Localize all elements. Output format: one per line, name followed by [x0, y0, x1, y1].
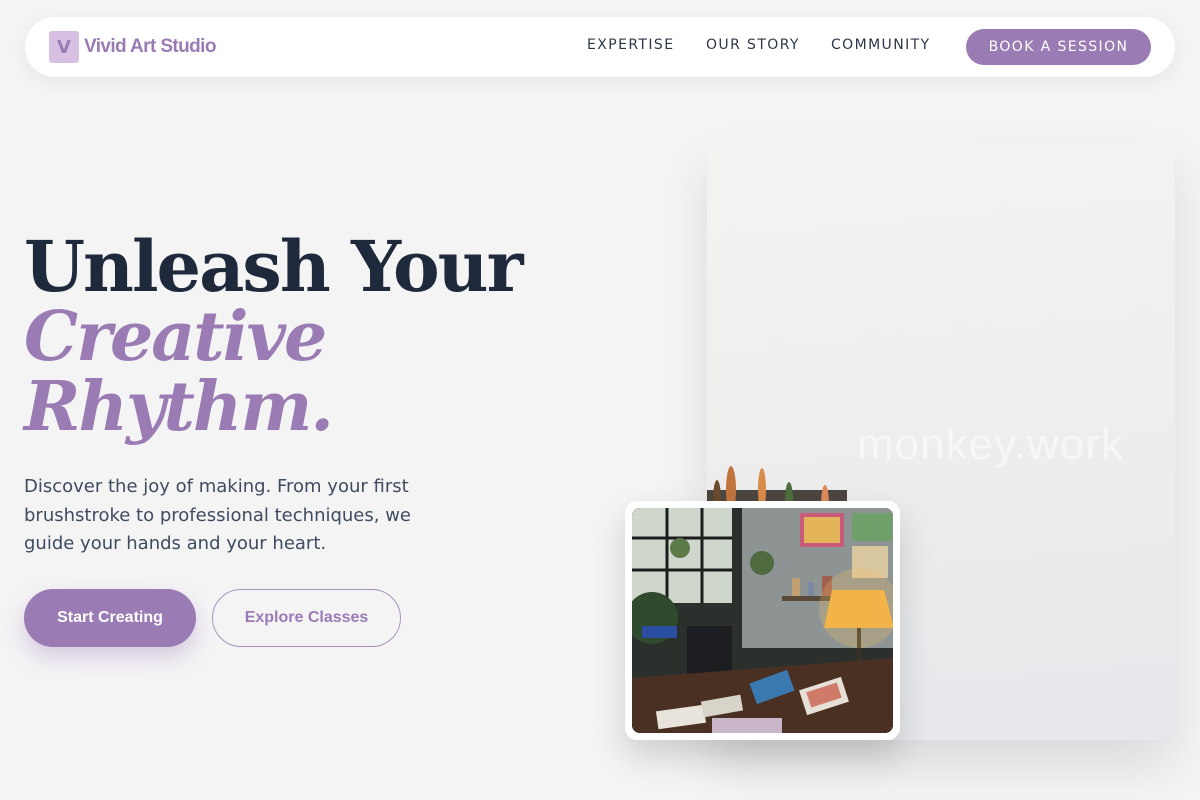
explore-classes-button[interactable]: Explore Classes	[212, 589, 401, 647]
book-session-button[interactable]: BOOK A SESSION	[966, 29, 1151, 65]
hero-description: Discover the joy of making. From your fi…	[24, 476, 411, 554]
art-studio-photo	[632, 508, 893, 733]
brand[interactable]: V Vivid Art Studio	[49, 31, 216, 63]
start-creating-button[interactable]: Start Creating	[24, 589, 196, 647]
logo-icon: V	[49, 31, 79, 63]
nav-link-expertise[interactable]: EXPERTISE	[587, 37, 674, 53]
studio-image-card	[625, 501, 900, 740]
brand-name: Vivid Art Studio	[84, 36, 216, 57]
hero-title-line-3: Rhythm.	[24, 367, 334, 447]
image-watermark: monkey.work	[857, 420, 1124, 469]
hero-title: Unleash Your Creative Rhythm.	[24, 225, 523, 447]
nav-link-community[interactable]: COMMUNITY	[831, 37, 931, 53]
hero-title-line-1: Unleash Your	[24, 225, 523, 308]
hero-title-line-2: Creative	[24, 297, 327, 377]
nav-link-our-story[interactable]: OUR STORY	[706, 37, 800, 53]
top-navbar: V Vivid Art Studio EXPERTISE OUR STORY C…	[25, 17, 1175, 77]
